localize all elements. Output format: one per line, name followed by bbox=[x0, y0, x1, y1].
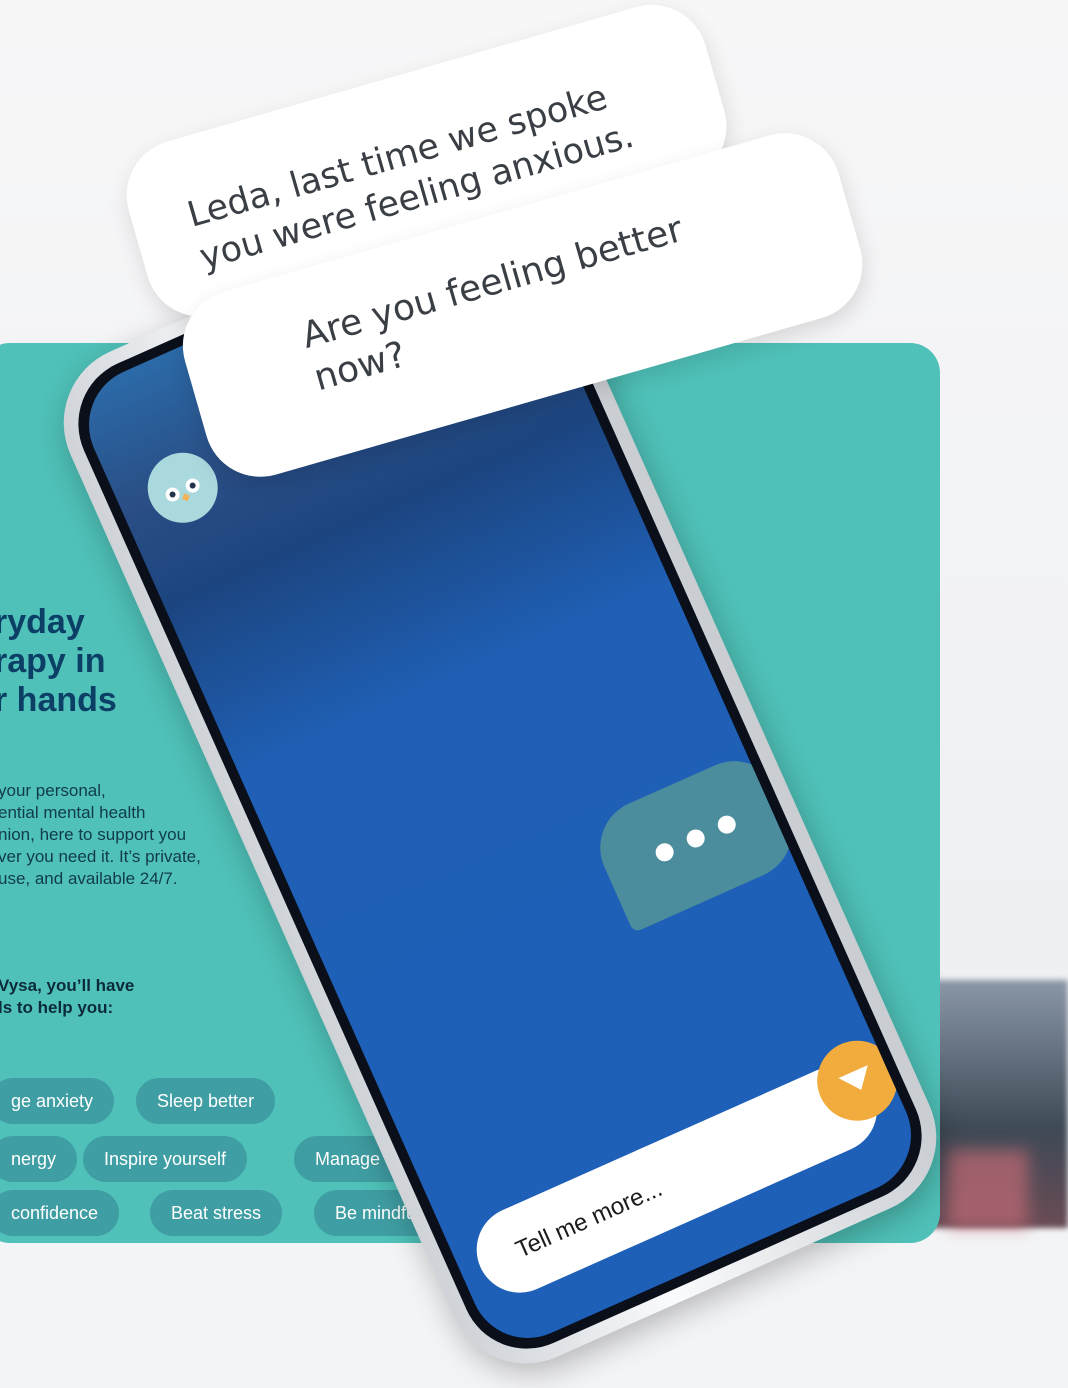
owl-beak bbox=[181, 493, 190, 502]
tools-intro: Vysa, you’ll have ls to help you: bbox=[0, 976, 135, 1017]
background-blur-accent bbox=[948, 1150, 1028, 1228]
chip-confidence[interactable]: confidence bbox=[0, 1190, 120, 1236]
typing-dot bbox=[683, 826, 708, 851]
owl-avatar-icon bbox=[136, 441, 229, 534]
chip-beat-stress[interactable]: Beat stress bbox=[150, 1190, 283, 1236]
owl-eye-right bbox=[183, 476, 202, 495]
chip-manage-anxiety[interactable]: ge anxiety bbox=[0, 1078, 115, 1124]
chip-energy[interactable]: nergy bbox=[0, 1136, 78, 1182]
owl-eye-left bbox=[163, 485, 182, 504]
typing-dot bbox=[652, 840, 677, 865]
chip-inspire-yourself[interactable]: Inspire yourself bbox=[83, 1136, 248, 1182]
chip-sleep-better[interactable]: Sleep better bbox=[136, 1078, 276, 1124]
typing-dot bbox=[714, 812, 739, 837]
message-input-placeholder: Tell me more... bbox=[511, 1174, 667, 1264]
send-icon bbox=[838, 1065, 876, 1097]
